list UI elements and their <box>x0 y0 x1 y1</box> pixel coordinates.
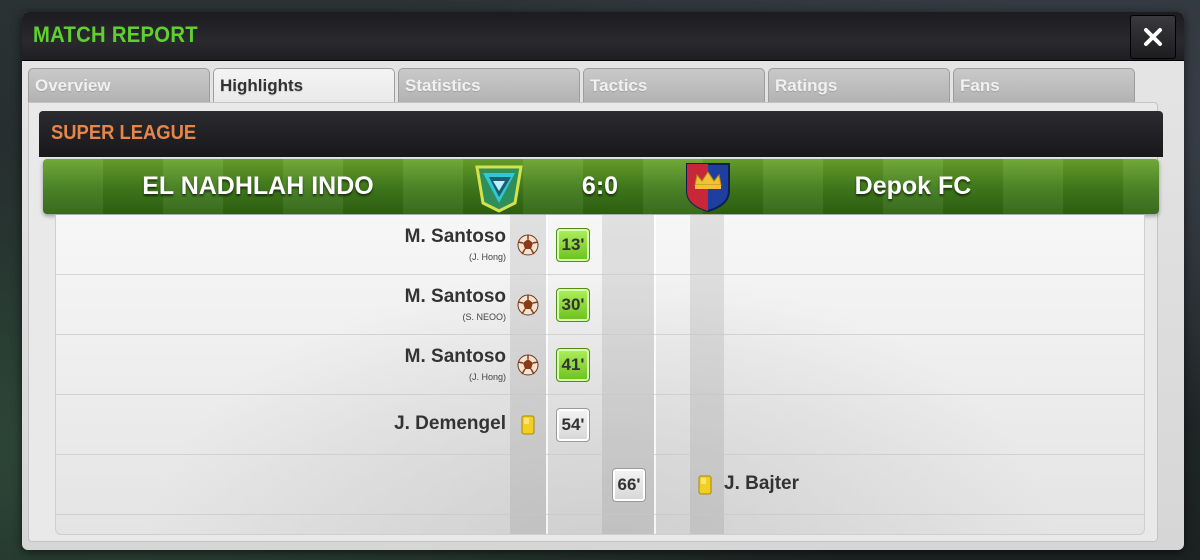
window-title: MATCH REPORT <box>33 22 198 47</box>
event-minute: 30' <box>556 288 590 322</box>
title-bar: MATCH REPORT <box>22 12 1184 61</box>
tab-tactics[interactable]: Tactics <box>583 68 765 102</box>
event-player: J. Demengel <box>394 413 506 434</box>
event-minute: 54' <box>556 408 590 442</box>
event-row: J. Demengel 54' <box>56 395 1144 455</box>
home-team-name: EL NADHLAH INDO <box>142 172 374 200</box>
event-assist: (S. NEOO) <box>462 312 506 322</box>
tab-overview[interactable]: Overview <box>28 68 210 102</box>
scoreboard: EL NADHLAH INDO 6:0 Depok FC <box>43 159 1159 214</box>
close-button[interactable] <box>1130 15 1176 59</box>
event-minute: 66' <box>612 468 646 502</box>
close-icon <box>1144 28 1162 46</box>
event-player: M. Santoso <box>404 226 506 247</box>
tab-highlights[interactable]: Highlights <box>213 68 395 104</box>
soccer-ball-icon <box>517 294 539 316</box>
event-assist: (J. Hong) <box>468 252 506 262</box>
event-row: M. Santoso (J. Hong) 41' <box>56 335 1144 395</box>
soccer-ball-icon <box>517 354 539 376</box>
league-header: SUPER LEAGUE <box>39 111 1163 157</box>
league-name: SUPER LEAGUE <box>51 122 197 144</box>
event-player: J. Bajter <box>724 473 799 494</box>
event-minute: 41' <box>556 348 590 382</box>
highlights-panel: SUPER LEAGUE EL NADHLAH INDO 6:0 Depok F… <box>28 102 1163 542</box>
yellow-card-icon <box>521 415 535 435</box>
events-list: M. Santoso (J. Hong) 13' M. Santoso (S. … <box>55 215 1145 535</box>
event-assist: (J. Hong) <box>468 372 506 382</box>
event-minute: 13' <box>556 228 590 262</box>
tab-bar: Overview Highlights Statistics Tactics R… <box>28 68 1140 104</box>
soccer-ball-icon <box>517 234 539 256</box>
tab-ratings[interactable]: Ratings <box>768 68 950 102</box>
tab-statistics[interactable]: Statistics <box>398 68 580 102</box>
yellow-card-icon <box>698 475 712 495</box>
match-score: 6:0 <box>581 172 619 200</box>
home-team-crest-icon <box>475 165 523 213</box>
event-player: M. Santoso <box>404 286 506 307</box>
away-team-name: Depok FC <box>854 172 972 200</box>
event-row: M. Santoso (J. Hong) 13' <box>56 215 1144 275</box>
event-player: M. Santoso <box>404 346 506 367</box>
tab-fans[interactable]: Fans <box>953 68 1135 102</box>
event-row: 66' J. Bajter <box>56 455 1144 515</box>
match-report-window: MATCH REPORT Overview Highlights Statist… <box>22 12 1184 550</box>
event-row: M. Santoso (S. NEOO) 30' <box>56 275 1144 335</box>
